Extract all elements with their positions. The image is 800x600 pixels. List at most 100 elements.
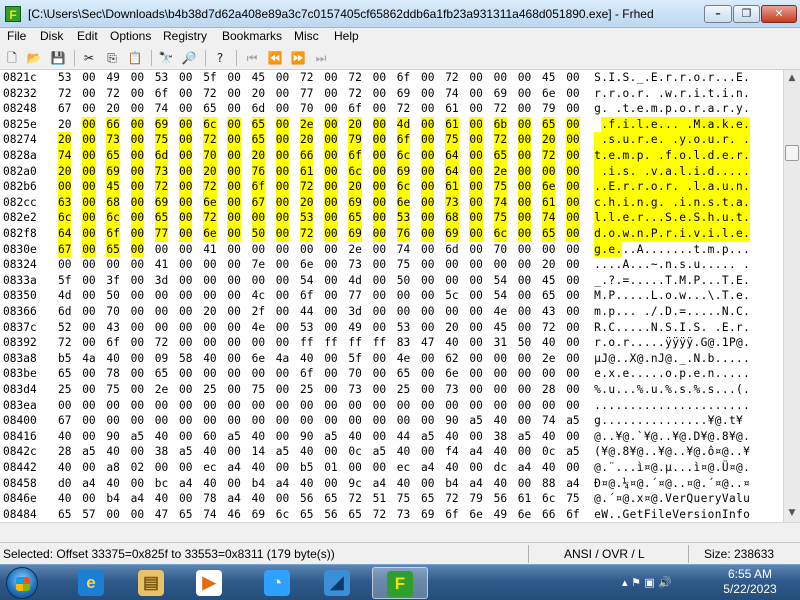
hex-byte[interactable]: 00 [179,101,192,117]
hex-byte[interactable]: 54 [494,288,507,304]
scroll-up-arrow-icon[interactable]: ▲ [784,70,800,87]
hex-byte[interactable]: 00 [131,86,144,102]
hex-byte[interactable]: 65 [58,507,71,522]
hex-byte[interactable]: 00 [227,335,240,351]
hex-byte[interactable]: 6c [396,148,411,164]
hex-byte[interactable]: 00 [421,398,434,414]
hex-byte[interactable]: 28 [58,444,71,460]
hex-byte[interactable]: 00 [421,257,434,273]
hex-byte[interactable]: 20 [251,148,266,164]
hex-byte[interactable]: 44 [300,304,313,320]
hex-byte[interactable]: 00 [252,366,265,382]
bookmark-next-icon[interactable]: ⏩ [290,50,306,66]
hex-byte[interactable]: 61 [300,163,314,180]
hex-byte[interactable]: 00 [397,398,410,414]
hex-byte[interactable]: 00 [566,132,580,148]
hex-byte[interactable]: 00 [518,70,531,86]
hex-byte[interactable]: 31 [494,335,507,351]
hex-byte[interactable]: 72 [348,70,361,86]
ascii-column[interactable]: .f.i.l.e... .M.a.k.e. [594,116,751,133]
hex-byte[interactable]: 00 [276,304,289,320]
hex-byte[interactable]: 38 [494,429,507,445]
hex-byte[interactable]: 00 [469,366,482,382]
hex-byte[interactable]: 00 [469,132,483,148]
hex-byte[interactable]: 00 [227,179,241,195]
hex-byte[interactable]: 00 [276,335,289,351]
hex-byte[interactable]: 00 [179,148,193,164]
bookmark-first-icon[interactable]: ⏮ [244,50,260,66]
menu-help[interactable]: Help [334,29,359,43]
hex-byte[interactable]: 50 [251,226,266,242]
hex-byte[interactable]: 00 [179,460,192,476]
hex-byte[interactable]: f4 [445,444,458,460]
hex-byte[interactable]: 00 [227,288,240,304]
hex-byte[interactable]: 00 [421,194,435,211]
hex-byte[interactable]: 00 [276,257,289,273]
ascii-column[interactable]: d.o.w.n.P.r.i.v.i.l.e. [594,226,751,242]
hex-byte[interactable]: 00 [566,148,580,164]
hex-byte[interactable]: 5f [203,70,216,86]
hex-byte[interactable]: 83 [397,335,410,351]
hex-byte[interactable]: 20 [252,86,265,102]
hex-byte[interactable]: 53 [396,210,411,226]
hex-byte[interactable]: 00 [372,148,387,164]
hex-byte[interactable]: 00 [300,242,313,258]
copy-icon[interactable]: ⎘ [104,50,120,66]
ascii-column[interactable]: t.e.m.p. .f.o.l.d.e.r. [594,148,751,164]
hex-byte[interactable]: 00 [58,179,72,195]
hex-byte[interactable]: 00 [324,366,337,382]
hex-byte[interactable]: 2e [542,351,555,367]
hex-byte[interactable]: 00 [155,413,168,429]
hex-byte[interactable]: 00 [131,413,144,429]
hex-byte[interactable]: 00 [131,476,144,492]
hex-byte[interactable]: a4 [82,476,95,492]
hex-byte[interactable]: 68 [445,210,459,226]
hex-byte[interactable]: 2e [348,242,361,258]
hex-byte[interactable]: 90 [300,429,313,445]
hex-byte[interactable]: 00 [566,257,579,273]
taskbar-button[interactable]: ◢ [310,567,366,599]
hex-byte[interactable]: 5f [348,351,361,367]
hex-byte[interactable]: 40 [252,429,265,445]
hex-byte[interactable]: 78 [106,366,119,382]
hex-byte[interactable]: 76 [396,226,411,242]
hex-byte[interactable]: 40 [348,429,361,445]
hex-byte[interactable]: 6c [396,179,411,195]
hex-byte[interactable]: 00 [348,398,361,414]
hex-byte[interactable]: 75 [397,491,410,507]
hex-byte[interactable]: 20 [542,132,556,148]
hex-byte[interactable]: 00 [82,460,95,476]
hex-byte[interactable]: 66 [106,116,120,133]
ascii-column[interactable]: g. .t.e.m.p.o.r.a.r.y. [594,101,750,117]
hex-byte[interactable]: 00 [397,413,410,429]
hex-byte[interactable]: 74 [58,148,72,164]
hex-byte[interactable]: 00 [252,413,265,429]
hex-byte[interactable]: 41 [155,257,168,273]
hex-byte[interactable]: d0 [58,476,71,492]
hex-byte[interactable]: 00 [324,148,338,164]
hex-byte[interactable]: 00 [324,226,338,242]
clock[interactable]: 6:55 AM 5/22/2023 [712,567,788,597]
hex-byte[interactable]: 00 [179,366,192,382]
hex-byte[interactable]: 67 [58,241,72,258]
scroll-down-arrow-icon[interactable]: ▼ [784,505,800,522]
hex-byte[interactable]: 00 [276,491,289,507]
hex-byte[interactable]: 65 [542,226,556,242]
hex-byte[interactable]: 00 [372,116,387,133]
hex-byte[interactable]: 41 [203,242,216,258]
hex-byte[interactable]: 00 [179,242,192,258]
hex-byte[interactable]: 00 [82,86,95,102]
hex-byte[interactable]: a5 [82,444,95,460]
hex-byte[interactable]: 6e [252,351,265,367]
hex-byte[interactable]: 00 [252,242,265,258]
hex-byte[interactable]: 00 [518,320,531,336]
hex-byte[interactable]: 3f [106,273,119,289]
hex-byte[interactable]: 6f [155,86,168,102]
hex-byte[interactable]: 6e [518,507,531,522]
hex-byte[interactable]: 72 [300,179,314,195]
hex-byte[interactable]: 00 [445,273,458,289]
hex-byte[interactable]: 75 [397,257,410,273]
hex-byte[interactable]: 00 [276,460,289,476]
hex-byte[interactable]: 00 [566,194,580,211]
title-bar[interactable]: F [C:\Users\Sec\Downloads\b4b38d7d62a408… [0,0,800,28]
